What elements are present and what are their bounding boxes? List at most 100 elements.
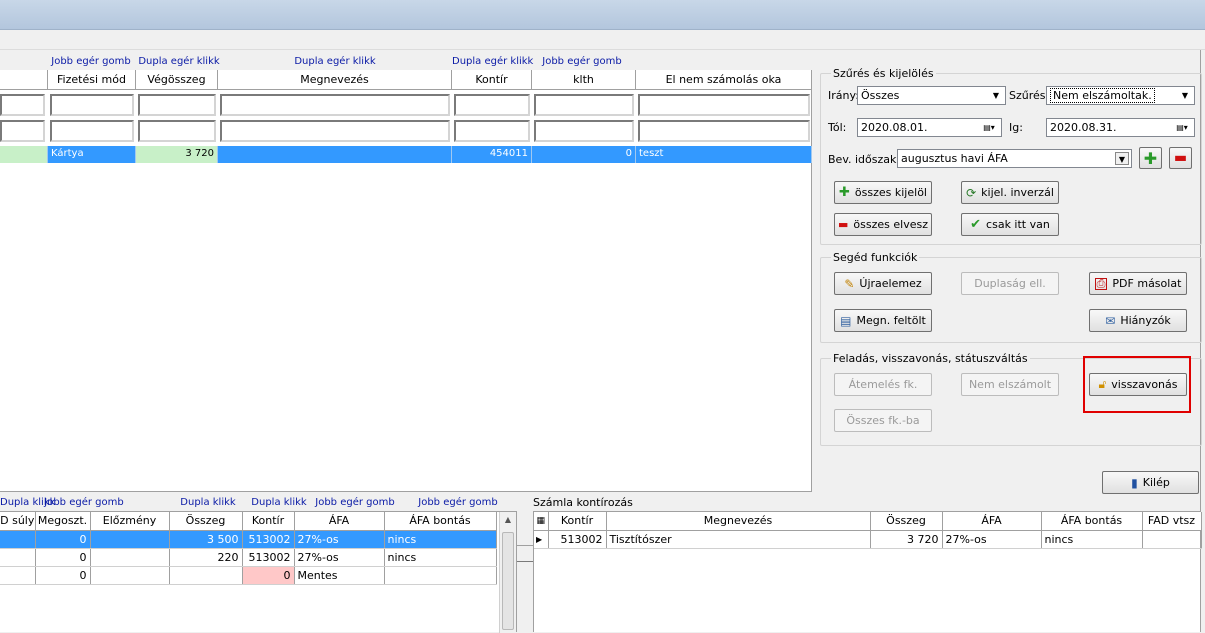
filter-field[interactable]	[534, 94, 634, 116]
table-row[interactable]: 0 0 Mentes	[0, 566, 497, 585]
vertical-scrollbar[interactable]: ▲	[499, 512, 516, 633]
table-cell[interactable]	[384, 566, 497, 585]
add-period-button[interactable]: ✚	[1139, 147, 1162, 169]
ig-date-picker[interactable]: 2020.08.31. ▤▾	[1046, 118, 1195, 137]
filter-field[interactable]	[638, 120, 810, 142]
table-row[interactable]: ▶ 513002 Tisztítószer 3 720 27%-os nincs	[534, 530, 1202, 549]
table-row[interactable]: 0 3 500 513002 27%-os nincs	[0, 530, 497, 549]
arrow-up-icon[interactable]: ▲	[500, 512, 516, 528]
table-cell[interactable]	[0, 530, 36, 549]
szures-dropdown[interactable]: Nem elszámoltak. ▼	[1046, 86, 1195, 105]
filter-field[interactable]	[220, 120, 450, 142]
column-header[interactable]: ÁFA	[942, 512, 1042, 531]
column-header[interactable]: Előzmény	[90, 512, 170, 531]
irany-dropdown[interactable]: Összes ▼	[857, 86, 1006, 105]
filter-field[interactable]	[138, 120, 216, 142]
column-header[interactable]: Összeg	[870, 512, 943, 531]
filter-field[interactable]	[0, 94, 45, 116]
table-cell[interactable]	[90, 530, 170, 549]
table-cell[interactable]: nincs	[1041, 530, 1143, 549]
column-header-vegosszeg[interactable]: Végösszeg	[136, 70, 218, 90]
table-cell[interactable]: nincs	[384, 530, 497, 549]
column-header[interactable]: D súly	[0, 512, 36, 531]
table-cell[interactable]: 0	[242, 566, 295, 585]
filter-field[interactable]	[638, 94, 810, 116]
table-cell[interactable]: Kártya	[48, 146, 136, 163]
table-cell[interactable]: 454011	[452, 146, 532, 163]
table-cell[interactable]: 27%-os	[294, 548, 385, 567]
table-cell[interactable]	[0, 548, 36, 567]
nem-elszamolt-button[interactable]: Nem elszámolt	[961, 373, 1059, 396]
column-header[interactable]	[0, 70, 48, 90]
calendar-icon[interactable]: ▤▾	[979, 121, 999, 134]
filter-field[interactable]	[138, 94, 216, 116]
table-cell[interactable]: Tisztítószer	[606, 530, 871, 549]
column-header-el-nem-szamolas-oka[interactable]: El nem számolás oka	[636, 70, 812, 90]
hianyzok-button[interactable]: ✉ Hiányzók	[1089, 309, 1187, 332]
column-header-klth[interactable]: klth	[532, 70, 636, 90]
table-row[interactable]: 0 220 513002 27%-os nincs	[0, 548, 497, 567]
table-cell[interactable]	[90, 548, 170, 567]
table-cell[interactable]: 3 720	[870, 530, 943, 549]
column-header[interactable]: Megoszt.	[35, 512, 91, 531]
column-header-megnevezes[interactable]: Megnevezés	[218, 70, 452, 90]
csak-itt-van-button[interactable]: ✔ csak itt van	[961, 213, 1059, 236]
column-header[interactable]: Összeg	[169, 512, 243, 531]
table-cell[interactable]: 27%-os	[942, 530, 1042, 549]
column-header[interactable]: Kontír	[548, 512, 607, 531]
table-cell[interactable]: Mentes	[294, 566, 385, 585]
ujraelemez-button[interactable]: ✎ Újraelemez	[834, 272, 932, 295]
filter-field[interactable]	[534, 120, 634, 142]
table-cell[interactable]: teszt	[636, 146, 812, 163]
column-header[interactable]: Megnevezés	[606, 512, 871, 531]
table-cell[interactable]: 513002	[548, 530, 607, 549]
szamla-table[interactable]: ▦ Kontír Megnevezés Összeg ÁFA ÁFA bontá…	[534, 512, 1202, 549]
grid-select-icon[interactable]: ▦	[534, 512, 549, 531]
table-cell[interactable]	[1142, 530, 1202, 549]
bev-idoszak-dropdown[interactable]: augusztus havi ÁFA ▼	[897, 149, 1132, 168]
duplasag-ell-button[interactable]: Duplaság ell.	[961, 272, 1059, 295]
filter-field[interactable]	[0, 120, 45, 142]
column-header-kontir[interactable]: Kontír	[452, 70, 532, 90]
main-grid[interactable]: Fizetési mód Végösszeg Megnevezés Kontír…	[0, 70, 812, 562]
megn-feltolt-button[interactable]: ▤ Megn. feltölt	[834, 309, 932, 332]
column-header[interactable]: Kontír	[242, 512, 295, 531]
table-cell[interactable]	[169, 566, 243, 585]
table-cell[interactable]: 0	[35, 530, 91, 549]
table-cell[interactable]: 513002	[242, 548, 295, 567]
osszes-fk-button[interactable]: Összes fk.-ba	[834, 409, 932, 432]
table-cell[interactable]: 0	[35, 566, 91, 585]
scrollbar-thumb[interactable]	[502, 532, 514, 630]
filter-field[interactable]	[220, 94, 450, 116]
calendar-icon[interactable]: ▤▾	[1172, 121, 1192, 134]
column-header[interactable]: ÁFA	[294, 512, 385, 531]
table-cell[interactable]: 3 720	[136, 146, 218, 163]
kijel-inverzal-button[interactable]: ⟳ kijel. inverzál	[961, 181, 1059, 204]
column-header[interactable]: ÁFA bontás	[384, 512, 497, 531]
filter-field[interactable]	[454, 94, 530, 116]
table-cell[interactable]: 0	[35, 548, 91, 567]
split-table[interactable]: D súly Megoszt. Előzmény Összeg Kontír Á…	[0, 512, 497, 585]
pdf-masolat-button[interactable]: ⎙ PDF másolat	[1089, 272, 1187, 295]
column-header-fizetesi-mod[interactable]: Fizetési mód	[48, 70, 136, 90]
szamla-table-panel[interactable]: ▦ Kontír Megnevezés Összeg ÁFA ÁFA bontá…	[533, 511, 1202, 632]
split-table-panel[interactable]: D súly Megoszt. Előzmény Összeg Kontír Á…	[0, 511, 517, 633]
remove-period-button[interactable]: ▬	[1169, 147, 1192, 169]
table-cell[interactable]: 513002	[242, 530, 295, 549]
table-cell[interactable]	[90, 566, 170, 585]
table-cell[interactable]	[218, 146, 452, 163]
column-header[interactable]: ÁFA bontás	[1041, 512, 1143, 531]
filter-field[interactable]	[454, 120, 530, 142]
filter-field[interactable]	[50, 94, 134, 116]
atemeles-button[interactable]: Átemelés fk.	[834, 373, 932, 396]
tol-date-picker[interactable]: 2020.08.01. ▤▾	[857, 118, 1002, 137]
table-cell[interactable]: 0	[532, 146, 636, 163]
table-cell[interactable]: 27%-os	[294, 530, 385, 549]
column-header[interactable]: FAD vtsz	[1142, 512, 1202, 531]
osszes-elvesz-button[interactable]: ▬ összes elvesz	[834, 213, 932, 236]
table-cell[interactable]: 3 500	[169, 530, 243, 549]
filter-field[interactable]	[50, 120, 134, 142]
osszes-kijelol-button[interactable]: ✚ összes kijelöl	[834, 181, 932, 204]
table-cell[interactable]: nincs	[384, 548, 497, 567]
table-cell[interactable]	[0, 146, 48, 163]
